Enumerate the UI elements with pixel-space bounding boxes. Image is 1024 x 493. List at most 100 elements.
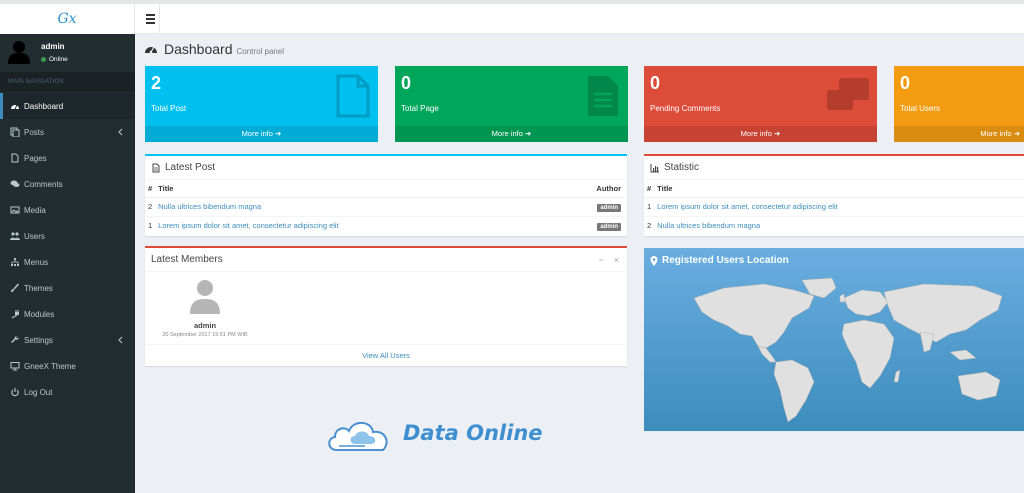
stat-value: 0 <box>650 73 661 93</box>
content-area: Dashboard Control panel 2 Total Post Mor… <box>135 34 1024 493</box>
user-panel: admin Online <box>0 34 135 72</box>
sidebar-item-posts[interactable]: Posts <box>0 119 135 145</box>
stat-value: 0 <box>401 73 412 93</box>
more-info-label: More info <box>491 129 523 138</box>
panel-header: Latest Members <box>145 248 627 272</box>
stat-label: Total Page <box>401 104 439 113</box>
arrow-circle-right-icon: ➔ <box>275 129 282 138</box>
page-title: Dashboard <box>164 41 233 57</box>
comments-icon <box>827 78 869 110</box>
stat-value: 0 <box>900 73 911 93</box>
sidebar-item-label: Posts <box>24 127 45 137</box>
author-badge: admin <box>597 203 621 212</box>
column-header: Author <box>555 180 627 198</box>
world-map[interactable] <box>684 276 1024 426</box>
member-card[interactable]: admin 20 September 2017 15:51 PM WIB <box>155 278 255 338</box>
hamburger-icon <box>146 22 155 24</box>
copy-icon <box>10 127 20 137</box>
post-title-link[interactable]: Nulla ultrices bibendum magna <box>158 202 261 211</box>
sidebar-item-menus[interactable]: Menus <box>0 249 135 275</box>
registered-users-map-panel: Registered Users Location <box>644 248 1024 431</box>
logo-area[interactable]: Gx <box>0 4 135 34</box>
row-number: 1 <box>145 215 156 235</box>
file-icon <box>11 153 19 163</box>
panel-header: Latest Post <box>145 156 627 180</box>
sidebar-item-pages[interactable]: Pages <box>0 145 135 171</box>
stat-value: 2 <box>151 73 162 93</box>
sidebar-item-label: Media <box>24 205 46 215</box>
statistic-panel: Statistic # Title 1 Lorem ipsum dolor si… <box>644 154 1024 236</box>
hamburger-icon <box>146 18 155 20</box>
stat-box-pending-comments: 0 Pending Comments More info ➔ <box>644 66 877 142</box>
member-avatar-icon <box>190 280 220 314</box>
row-number: 1 <box>644 196 655 216</box>
sidebar-item-themes[interactable]: Themes <box>0 275 135 301</box>
image-icon <box>10 206 20 214</box>
hamburger-icon <box>146 14 155 16</box>
minimize-button[interactable]: − <box>598 255 603 265</box>
user-status-label: Online <box>49 56 68 63</box>
panel-title: Latest Post <box>165 162 216 173</box>
navbar-divider <box>159 4 160 34</box>
panel-header: Statistic <box>644 156 1024 180</box>
dashboard-icon <box>145 46 157 54</box>
close-button[interactable]: × <box>614 255 619 265</box>
sidebar-item-label: Menus <box>24 257 49 267</box>
panel-title: Latest Members <box>151 254 223 265</box>
sitemap-icon <box>11 258 19 266</box>
more-info-label: More info <box>241 129 273 138</box>
more-info-link[interactable]: More info ➔ <box>644 126 877 142</box>
brand-logo: Gx <box>57 11 77 27</box>
user-status: Online <box>41 56 68 63</box>
more-info-link[interactable]: More info ➔ <box>894 126 1024 142</box>
sidebar-item-gneex-theme[interactable]: GneeX Theme <box>0 353 135 379</box>
stat-label: Pending Comments <box>650 104 721 113</box>
more-info-link[interactable]: More info ➔ <box>145 126 378 142</box>
sidebar-item-log-out[interactable]: Log Out <box>0 379 135 405</box>
arrow-circle-right-icon: ➔ <box>525 129 532 138</box>
wrench-icon <box>11 336 20 343</box>
page-subtitle: Control panel <box>236 47 285 56</box>
member-date: 20 September 2017 15:51 PM WIB <box>162 332 248 338</box>
table-row: 2 Nulla ultrices bibendum magna admin <box>145 196 627 216</box>
brush-icon <box>11 283 20 292</box>
sidebar-item-dashboard[interactable]: Dashboard <box>0 93 135 119</box>
map-title-text: Registered Users Location <box>662 255 789 266</box>
column-header: # <box>644 180 655 198</box>
post-title-link[interactable]: Lorem ipsum dolor sit amet, consectetur … <box>158 221 339 230</box>
sidebar-item-modules[interactable]: Modules <box>0 301 135 327</box>
chevron-left-icon <box>118 128 123 136</box>
table-row: 2 Nulla ultrices bibendum magna <box>644 215 1024 235</box>
column-header: Title <box>654 180 1024 198</box>
sidebar-item-settings[interactable]: Settings <box>0 327 135 353</box>
sidebar-item-label: Dashboard <box>24 101 64 111</box>
view-all-users-link[interactable]: View All Users <box>145 344 627 366</box>
latest-post-panel: Latest Post # Title Author 2 Nulla ultri… <box>145 154 627 236</box>
online-dot-icon <box>41 57 46 62</box>
nav-header: MAIN NAVIGATION <box>0 72 135 92</box>
more-info-link[interactable]: More info ➔ <box>395 126 628 142</box>
statistic-table: # Title 1 Lorem ipsum dolor sit amet, co… <box>644 180 1024 235</box>
post-title-link[interactable]: Nulla ultrices bibendum magna <box>657 221 760 230</box>
user-name: admin <box>41 42 65 51</box>
user-avatar-icon <box>8 41 30 64</box>
sidebar-item-label: Users <box>24 231 45 241</box>
more-info-label: More info <box>740 129 772 138</box>
sidebar-item-users[interactable]: Users <box>0 223 135 249</box>
sidebar-toggle-button[interactable] <box>143 11 159 27</box>
sidebar-item-media[interactable]: Media <box>0 197 135 223</box>
data-online-watermark: Data Online <box>325 412 543 454</box>
post-title-link[interactable]: Lorem ipsum dolor sit amet, consectetur … <box>657 202 838 211</box>
stat-label: Total Post <box>151 104 187 113</box>
top-navbar <box>135 4 1024 34</box>
column-header: Title <box>155 180 555 198</box>
row-number: 2 <box>644 215 655 235</box>
page-header: Dashboard Control panel <box>144 41 284 57</box>
file-text-icon <box>588 76 618 116</box>
map-marker-icon <box>650 255 658 266</box>
sidebar-item-comments[interactable]: Comments <box>0 171 135 197</box>
sidebar-item-label: Modules <box>24 309 55 319</box>
sidebar-item-label: Settings <box>24 335 53 345</box>
table-row: 1 Lorem ipsum dolor sit amet, consectetu… <box>644 196 1024 216</box>
table-header-row: # Title <box>644 180 1024 198</box>
